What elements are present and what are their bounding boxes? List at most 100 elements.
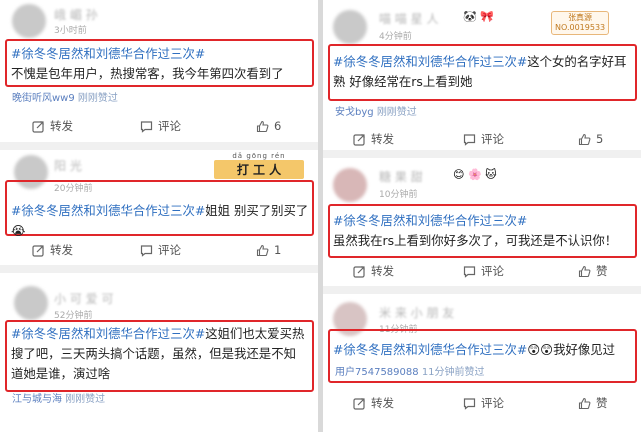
- liked-by-user[interactable]: 江与城与海: [12, 394, 62, 405]
- post-body: 不愧是包年用户，热搜常客，我今年第四次看到了: [11, 66, 284, 81]
- post-time: 3小时前: [54, 26, 87, 36]
- avatar[interactable]: [14, 286, 48, 320]
- like-count: 5: [596, 132, 604, 146]
- post-card[interactable]: 阳 光 20分钟前 dǎ gōng rén 打 工 人 #徐冬冬居然和刘德华合作…: [0, 150, 318, 265]
- liked-by-suffix: 刚刚赞过: [376, 107, 417, 118]
- divider: [323, 150, 641, 158]
- reaction-emoji-icon: 😲😲: [527, 342, 554, 357]
- post-body-line1: 这姐们也太爱买热: [205, 326, 305, 341]
- comment-button[interactable]: 评论: [463, 126, 504, 152]
- repost-button[interactable]: 转发: [353, 126, 394, 152]
- liked-by-user[interactable]: 晚街听风ww9: [12, 93, 75, 104]
- topic-hashtag[interactable]: #徐冬冬居然和刘德华合作过三次#: [333, 342, 527, 357]
- comment-button[interactable]: 评论: [463, 258, 504, 284]
- username[interactable]: 小 可 爱 可: [54, 290, 113, 307]
- avatar[interactable]: [333, 168, 367, 202]
- username[interactable]: 米 来 小 朋 友: [379, 304, 454, 321]
- post-text: #徐冬冬居然和刘德华合作过三次#这个女的名字好耳 熟 好像经常在rs上看到她: [333, 52, 635, 92]
- fan-badge-number: NO.0019533: [555, 23, 606, 32]
- post-body: 姐姐 别买了别买了: [205, 203, 309, 218]
- like-button[interactable]: 赞: [578, 390, 608, 416]
- repost-button[interactable]: 转发: [353, 390, 394, 416]
- like-button[interactable]: 5: [578, 126, 603, 152]
- comment-icon: [463, 133, 476, 146]
- comment-button[interactable]: 评论: [140, 237, 181, 263]
- repost-label: 转发: [371, 396, 394, 410]
- post-text: #徐冬冬居然和刘德华合作过三次#这姐们也太爱买热 搜了吧，三天两头搞个话题，虽然…: [11, 324, 313, 384]
- comment-icon: [140, 244, 153, 257]
- post-body-line2: 搜了吧，三天两头搞个话题，虽然，但是我还是不知: [11, 346, 296, 361]
- post-card[interactable]: 小 可 爱 可 52分钟前 #徐冬冬居然和刘德华合作过三次#这姐们也太爱买热 搜…: [0, 273, 318, 432]
- topic-hashtag[interactable]: #徐冬冬居然和刘德华合作过三次#: [11, 46, 205, 61]
- post-card[interactable]: 米 来 小 朋 友 11分钟前 #徐冬冬居然和刘德华合作过三次#😲😲我好像见过 …: [323, 294, 641, 432]
- liked-by-user[interactable]: 用户7547589088: [335, 367, 419, 378]
- like-button[interactable]: 1: [256, 237, 281, 263]
- topic-hashtag[interactable]: #徐冬冬居然和刘德华合作过三次#: [333, 213, 527, 228]
- emoji-decoration-icon: 😊 🌸 🐱: [453, 168, 497, 181]
- crying-emoji-icon: 😭: [11, 223, 26, 238]
- comment-label: 评论: [481, 132, 504, 146]
- post-body: 虽然我在rs上看到你好多次了，可我还是不认识你！: [333, 233, 618, 248]
- divider: [323, 286, 641, 294]
- decoration-pinyin: dǎ gōng rén: [232, 152, 286, 160]
- topic-hashtag[interactable]: #徐冬冬居然和刘德华合作过三次#: [333, 54, 527, 69]
- action-bar: 转发 评论 赞: [323, 390, 641, 416]
- topic-hashtag[interactable]: #徐冬冬居然和刘德华合作过三次#: [11, 203, 205, 218]
- comment-icon: [140, 120, 153, 133]
- repost-label: 转发: [371, 132, 394, 146]
- repost-label: 转发: [50, 119, 73, 133]
- comment-button[interactable]: 评论: [463, 390, 504, 416]
- comment-label: 评论: [481, 264, 504, 278]
- comment-label: 评论: [158, 119, 181, 133]
- liked-by-user[interactable]: 安戈byg: [335, 107, 374, 118]
- post-card[interactable]: 糖 果 甜 😊 🌸 🐱 10分钟前 #徐冬冬居然和刘德华合作过三次# 虽然我在r…: [323, 158, 641, 286]
- avatar[interactable]: [12, 4, 46, 38]
- like-button[interactable]: 赞: [578, 258, 608, 284]
- username[interactable]: 糖 果 甜: [379, 168, 423, 185]
- liked-by-suffix: 11分钟前赞过: [421, 367, 485, 378]
- post-text: #徐冬冬居然和刘德华合作过三次#😲😲我好像见过: [333, 340, 635, 360]
- like-label: 赞: [596, 396, 608, 410]
- user-decoration: dǎ gōng rén 打 工 人: [214, 152, 304, 179]
- post-card[interactable]: 喵 喵 星 人 🐼 🎀 4分钟前 张真源 NO.0019533 #徐冬冬居然和刘…: [323, 0, 641, 150]
- repost-button[interactable]: 转发: [353, 258, 394, 284]
- like-button[interactable]: 6: [256, 113, 281, 139]
- decoration-text: 打 工 人: [214, 160, 304, 179]
- action-bar: 转发 评论 赞: [323, 258, 641, 284]
- repost-icon: [32, 120, 44, 133]
- comment-label: 评论: [158, 243, 181, 257]
- fan-badge[interactable]: 张真源 NO.0019533: [551, 11, 610, 35]
- username[interactable]: 峨 嵋 孙: [54, 6, 98, 23]
- comment-icon: [463, 397, 476, 410]
- repost-icon: [32, 244, 44, 257]
- repost-button[interactable]: 转发: [32, 113, 73, 139]
- thumbs-up-icon: [578, 265, 591, 277]
- topic-hashtag[interactable]: #徐冬冬居然和刘德华合作过三次#: [11, 326, 205, 341]
- comment-button[interactable]: 评论: [140, 113, 181, 139]
- post-body: 我好像见过: [553, 342, 616, 357]
- post-text: #徐冬冬居然和刘德华合作过三次# 不愧是包年用户，热搜常客，我今年第四次看到了: [11, 44, 311, 84]
- post-time: 10分钟前: [379, 190, 418, 200]
- thumbs-up-icon: [256, 244, 269, 256]
- liked-by-line: 用户7547589088 11分钟前赞过: [335, 363, 485, 378]
- post-body-line2: 熟 好像经常在rs上看到她: [333, 74, 473, 89]
- post-text: #徐冬冬居然和刘德华合作过三次#姐姐 别买了别买了 😭: [11, 201, 311, 241]
- avatar[interactable]: [333, 10, 367, 44]
- post-body-line1: 这个女的名字好耳: [527, 54, 627, 69]
- username[interactable]: 阳 光: [54, 157, 82, 174]
- action-bar: 转发 评论 5: [323, 126, 641, 152]
- action-bar: 转发 评论 1: [0, 237, 318, 263]
- liked-by-suffix: 刚刚赞过: [77, 93, 118, 104]
- fan-badge-title: 张真源: [568, 13, 593, 22]
- post-text: #徐冬冬居然和刘德华合作过三次# 虽然我在rs上看到你好多次了，可我还是不认识你…: [333, 211, 635, 251]
- repost-icon: [353, 265, 365, 278]
- comment-icon: [463, 265, 476, 278]
- username[interactable]: 喵 喵 星 人: [379, 10, 438, 27]
- post-card[interactable]: 峨 嵋 孙 3小时前 #徐冬冬居然和刘德华合作过三次# 不愧是包年用户，热搜常客…: [0, 0, 318, 142]
- repost-label: 转发: [50, 243, 73, 257]
- liked-by-line: 安戈byg 刚刚赞过: [335, 103, 417, 118]
- repost-button[interactable]: 转发: [32, 237, 73, 263]
- comment-label: 评论: [481, 396, 504, 410]
- like-count: 6: [274, 119, 282, 133]
- post-body-line3: 道她是谁，演过啥: [11, 366, 111, 381]
